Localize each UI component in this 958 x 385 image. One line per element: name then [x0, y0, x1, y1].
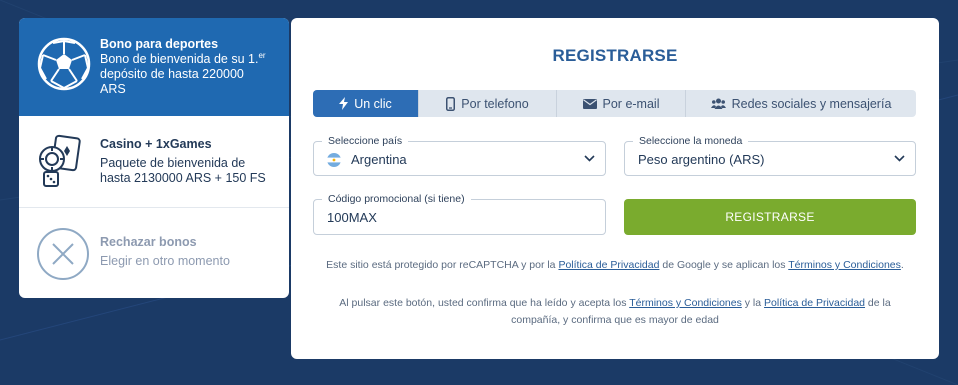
- country-select[interactable]: Seleccione país Argentina: [313, 135, 606, 176]
- privacy-policy-link[interactable]: Política de Privacidad: [558, 259, 659, 271]
- notice-text: .: [900, 259, 904, 271]
- notice-text: y la: [741, 297, 765, 309]
- terms-link[interactable]: Términos y Condiciones: [629, 297, 742, 309]
- recaptcha-notice: Este sitio está protegido por reCAPTCHA …: [291, 257, 939, 274]
- tab-phone[interactable]: Por telefono: [419, 90, 557, 117]
- bonus-panel: Bono para deportes Bono de bienvenida de…: [19, 18, 289, 298]
- bonus-title: Rechazar bonos: [100, 235, 197, 249]
- currency-select[interactable]: Seleccione la moneda Peso argentino (ARS…: [624, 135, 916, 176]
- tab-one-click[interactable]: Un clic: [313, 90, 419, 117]
- registration-tabs: Un clic Por telefono Por e-mail Redes so…: [313, 90, 916, 117]
- notice-text: compañía, y confirma que es mayor de eda…: [511, 314, 719, 326]
- register-button[interactable]: REGISTRARSE: [624, 199, 916, 235]
- terms-link[interactable]: Términos y Condiciones: [788, 259, 901, 271]
- notice-text: de Google y se aplican los: [659, 259, 789, 271]
- promo-code-value: 100MAX: [327, 210, 377, 225]
- envelope-icon: [582, 98, 597, 109]
- bonus-desc-line: ARS: [100, 82, 126, 96]
- country-select-label: Seleccione país: [322, 135, 409, 147]
- users-icon: [710, 98, 726, 109]
- soccer-ball-icon: [36, 36, 92, 97]
- registration-panel: REGISTRARSE Un clic Por telefono Por e-m…: [291, 18, 939, 359]
- tab-label: Por telefono: [461, 96, 529, 111]
- chevron-down-icon: [894, 155, 905, 162]
- bonus-option-reject[interactable]: Rechazar bonos Elegir en otro momento: [19, 208, 289, 298]
- promo-code-label: Código promocional (si tiene): [322, 193, 471, 205]
- tab-label: Un clic: [354, 96, 392, 111]
- currency-select-label: Seleccione la moneda: [633, 135, 749, 147]
- registration-title: REGISTRARSE: [552, 46, 678, 65]
- promo-code-input[interactable]: Código promocional (si tiene) 100MAX: [313, 193, 606, 235]
- bonus-desc-line: Bono de bienvenida de su 1.: [100, 52, 259, 66]
- ordinal-suffix: er: [258, 50, 266, 60]
- close-circle-icon: [36, 227, 90, 286]
- currency-select-value: Peso argentino (ARS): [638, 152, 765, 167]
- bonus-title: Casino + 1xGames: [100, 137, 212, 151]
- privacy-policy-link[interactable]: Política de Privacidad: [764, 297, 865, 309]
- consent-notice: Al pulsar este botón, usted confirma que…: [291, 295, 939, 329]
- notice-text: Este sitio está protegido por reCAPTCHA …: [326, 259, 559, 271]
- lightning-icon: [339, 97, 349, 110]
- bonus-option-casino[interactable]: Casino + 1xGames Paquete de bienvenida d…: [19, 116, 289, 208]
- notice-text: de la: [865, 297, 891, 309]
- country-select-value: Argentina: [351, 152, 407, 167]
- bonus-desc-line: depósito de hasta 220000: [100, 67, 244, 81]
- tab-label: Por e-mail: [602, 96, 660, 111]
- bonus-desc-line: Paquete de bienvenida de: [100, 156, 246, 170]
- tab-label: Redes sociales y mensajería: [731, 96, 892, 111]
- bonus-title: Bono para deportes: [100, 37, 219, 51]
- bonus-desc-line: hasta 2130000 ARS + 150 FS: [100, 171, 266, 185]
- tab-social[interactable]: Redes sociales y mensajería: [686, 90, 916, 117]
- bonus-option-sports[interactable]: Bono para deportes Bono de bienvenida de…: [19, 18, 289, 116]
- notice-text: Al pulsar este botón, usted confirma que…: [339, 297, 630, 309]
- argentina-flag-icon: [327, 153, 341, 167]
- casino-chips-icon: [36, 134, 92, 195]
- tab-email[interactable]: Por e-mail: [557, 90, 686, 117]
- chevron-down-icon: [584, 155, 595, 162]
- bonus-desc-line: Elegir en otro momento: [100, 254, 230, 268]
- phone-icon: [446, 96, 456, 111]
